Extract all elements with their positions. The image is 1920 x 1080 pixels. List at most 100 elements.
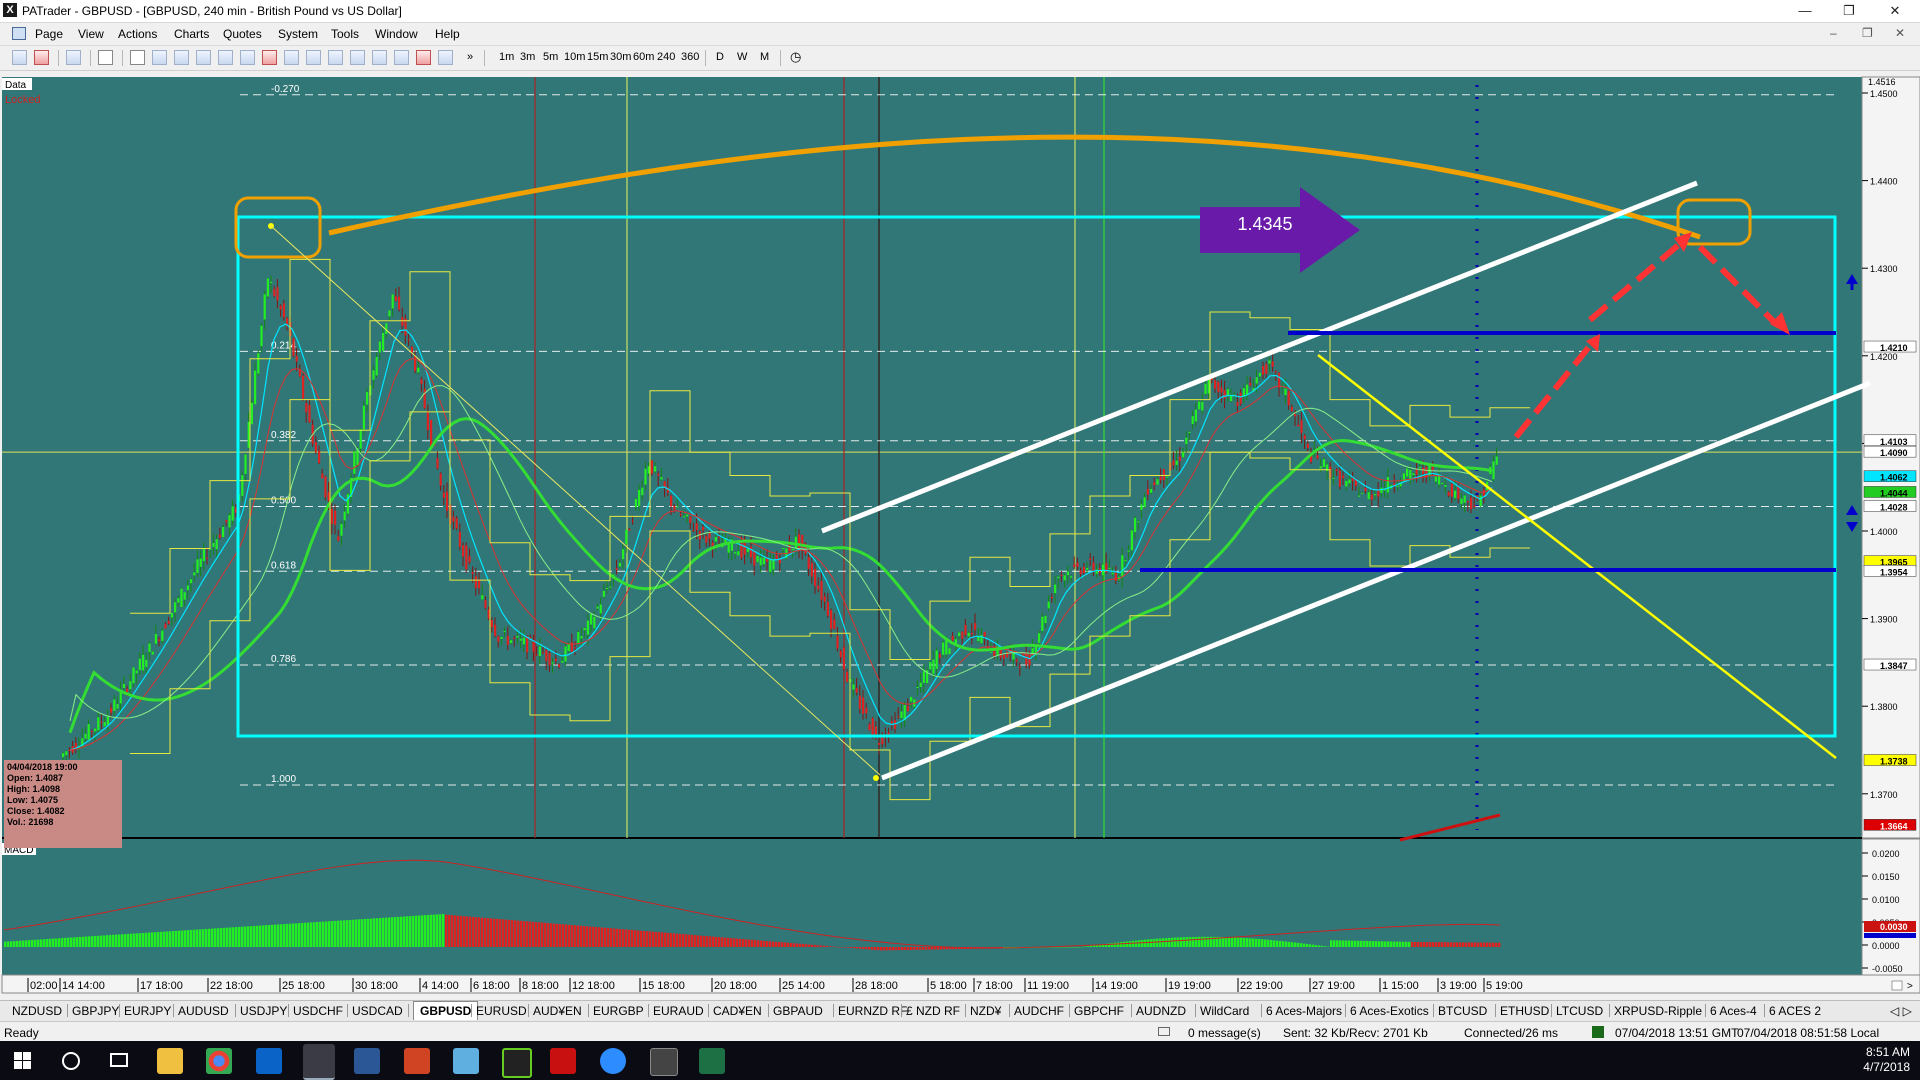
symbol-tab[interactable]: GBPCHF (1074, 1004, 1124, 1018)
calculator-icon[interactable] (650, 1048, 678, 1076)
symbol-tab[interactable]: 6 Aces-Majors (1266, 1004, 1342, 1018)
close-icon[interactable]: ✕ (1872, 0, 1918, 22)
symbol-tab[interactable]: XRPUSD-Ripple (1614, 1004, 1702, 1018)
outlook-icon[interactable] (256, 1048, 282, 1074)
text-tool-icon[interactable] (394, 50, 409, 65)
excel-icon[interactable] (699, 1048, 725, 1074)
symbol-tab[interactable]: 6 ACES 2 (1769, 1004, 1821, 1018)
timeframe-360[interactable]: 360 (681, 51, 699, 63)
timeframe-5m[interactable]: 5m (543, 51, 558, 63)
symbol-tab[interactable]: EURGBP (593, 1004, 644, 1018)
symbol-tab[interactable]: AUDCHF (1014, 1004, 1064, 1018)
symbol-tab[interactable]: AUDUSD (178, 1004, 229, 1018)
zoom-icon[interactable] (600, 1048, 626, 1074)
chart-window[interactable]: -0.270 0.214 0.382 0.500 0.618 0.786 1.000 1.4… (0, 71, 1920, 1003)
macd-panel[interactable] (2, 839, 1862, 975)
page-icon[interactable] (12, 27, 26, 40)
menu-help[interactable]: Help (435, 27, 460, 41)
menu-system[interactable]: System (278, 27, 318, 41)
symbol-tab[interactable]: GBPUSD (413, 1001, 479, 1020)
macd-axis[interactable] (1861, 838, 1920, 976)
mdi-restore-icon[interactable]: ❐ (1862, 26, 1873, 40)
symbol-tab[interactable]: ETHUSD (1500, 1004, 1549, 1018)
symbol-tab[interactable]: CAD¥EN (713, 1004, 762, 1018)
main-plot-area[interactable] (2, 77, 1862, 838)
symbol-tab[interactable]: USDCAD (352, 1004, 403, 1018)
symbol-tab[interactable]: EURAUD (653, 1004, 704, 1018)
word-icon[interactable] (354, 1048, 380, 1074)
symbol-tab[interactable]: WildCard (1200, 1004, 1249, 1018)
toolbar-overflow-icon[interactable]: » (467, 51, 473, 63)
trade-icon[interactable] (12, 50, 27, 65)
taskbar-clock[interactable]: 8:51 AM 4/7/2018 (1863, 1045, 1910, 1075)
trading-app-icon[interactable] (502, 1048, 532, 1078)
timeframe-30m[interactable]: 30m (610, 51, 631, 63)
delete-drawings-icon[interactable] (416, 50, 431, 65)
symbol-tab[interactable]: AUDNZD (1136, 1004, 1186, 1018)
gann-fan-icon[interactable] (306, 50, 321, 65)
symbol-tab[interactable]: USDCHF (293, 1004, 343, 1018)
file-explorer-icon[interactable] (157, 1048, 183, 1074)
timeframe-60m[interactable]: 60m (633, 51, 654, 63)
windows-start-icon[interactable] (14, 1052, 31, 1069)
period-daily[interactable]: D (716, 51, 724, 63)
pitchfork-icon[interactable] (284, 50, 299, 65)
symbol-tab[interactable]: 6 Aces-4 (1710, 1004, 1757, 1018)
menu-actions[interactable]: Actions (118, 27, 157, 41)
symbol-tab[interactable]: NZDUSD (12, 1004, 62, 1018)
fib-timezones-icon[interactable] (350, 50, 365, 65)
mdi-close-icon[interactable]: ✕ (1895, 26, 1905, 40)
trendline-icon[interactable] (196, 50, 211, 65)
restore-icon[interactable]: ❐ (1826, 0, 1872, 22)
mail-icon[interactable] (1158, 1027, 1170, 1036)
notepad-icon[interactable] (453, 1048, 479, 1074)
rectangle-tool-icon[interactable] (262, 50, 277, 65)
symbol-tab[interactable]: USDJPY (240, 1004, 287, 1018)
chrome-icon[interactable] (206, 1048, 232, 1074)
menu-tools[interactable]: Tools (331, 27, 359, 41)
task-view-icon[interactable] (110, 1053, 128, 1067)
symbol-tab[interactable]: £ NZD RF (906, 1004, 960, 1018)
symbol-tab[interactable]: GBPJPY (72, 1004, 119, 1018)
order-icon[interactable] (34, 50, 49, 65)
symbol-tab[interactable]: AUD¥EN (533, 1004, 582, 1018)
time-scroll-left-icon[interactable] (1891, 980, 1903, 991)
symbol-tab[interactable]: NZD¥ (970, 1004, 1001, 1018)
clock-icon[interactable]: ◷ (790, 49, 801, 65)
chart-type-icon[interactable] (66, 50, 81, 65)
timeframe-15m[interactable]: 15m (587, 51, 608, 63)
crosshair-icon[interactable] (98, 50, 113, 65)
mdi-minimize-icon[interactable]: – (1830, 26, 1837, 40)
vertical-line-icon[interactable] (174, 50, 189, 65)
period-monthly[interactable]: M (760, 51, 769, 63)
symbol-tab[interactable]: EURJPY (124, 1004, 171, 1018)
menu-view[interactable]: View (78, 27, 104, 41)
speed-lines-icon[interactable] (372, 50, 387, 65)
price-chart[interactable]: -0.2700.2140.3820.5000.6180.7861.000 1.4… (0, 71, 1920, 1003)
red-app-icon[interactable] (550, 1048, 576, 1074)
patrader-taskbar-icon[interactable] (303, 1044, 335, 1080)
menu-window[interactable]: Window (375, 27, 418, 41)
symbol-tab[interactable]: LTCUSD (1556, 1004, 1603, 1018)
timeframe-3m[interactable]: 3m (520, 51, 535, 63)
fibonacci-icon[interactable] (240, 50, 255, 65)
menu-charts[interactable]: Charts (174, 27, 209, 41)
menu-page[interactable]: Page (35, 27, 63, 41)
search-icon[interactable] (62, 1052, 80, 1070)
powerpoint-icon[interactable] (404, 1048, 430, 1074)
channel-icon[interactable] (218, 50, 233, 65)
tab-scroll-arrows-icon[interactable]: ◁ ▷ (1890, 1004, 1912, 1018)
timeframe-1m[interactable]: 1m (499, 51, 514, 63)
symbol-tab[interactable]: EURUSD (476, 1004, 527, 1018)
symbol-tab[interactable]: GBPAUD (773, 1004, 823, 1018)
symbol-tab[interactable]: 6 Aces-Exotics (1350, 1004, 1429, 1018)
cycle-lines-icon[interactable] (328, 50, 343, 65)
timeframe-10m[interactable]: 10m (564, 51, 585, 63)
properties-icon[interactable] (438, 50, 453, 65)
menu-quotes[interactable]: Quotes (223, 27, 262, 41)
horizontal-line-icon[interactable] (152, 50, 167, 65)
period-weekly[interactable]: W (737, 51, 747, 63)
timeframe-240[interactable]: 240 (657, 51, 675, 63)
minimize-icon[interactable]: — (1782, 0, 1828, 22)
symbol-tab[interactable]: EURNZD RF (838, 1004, 907, 1018)
